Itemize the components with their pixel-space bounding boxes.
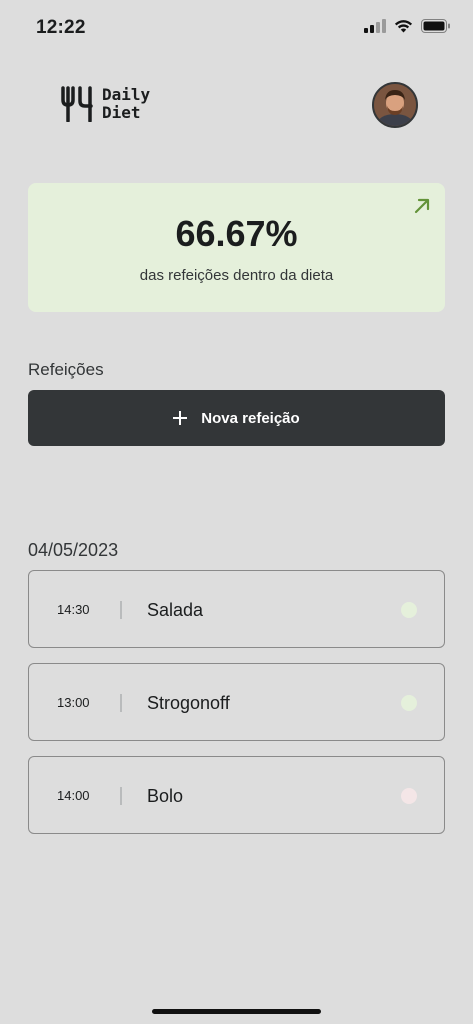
diet-stats-card[interactable]: 66.67% das refeições dentro da dieta — [28, 183, 445, 312]
in-diet-status-dot — [401, 602, 417, 618]
meal-divider — [120, 787, 122, 805]
diet-percentage: 66.67% — [175, 213, 298, 254]
meal-name: Salada — [147, 600, 204, 620]
app-logo: Daily Diet — [60, 86, 150, 122]
in-diet-status-dot — [401, 695, 417, 711]
status-bar: 12:22 — [0, 0, 473, 56]
status-time: 12:22 — [36, 17, 86, 38]
date-group-header: 04/05/2023 — [28, 540, 119, 560]
status-icons — [364, 19, 451, 33]
meal-time: 13:00 — [57, 695, 90, 710]
meal-item[interactable]: 14:30 Salada — [28, 570, 445, 648]
fork-knife-icon — [61, 86, 93, 122]
meal-item[interactable]: 13:00 Strogonoff — [28, 663, 445, 741]
avatar[interactable] — [372, 82, 418, 128]
off-diet-status-dot — [401, 788, 417, 804]
meal-divider — [120, 694, 122, 712]
battery-icon — [421, 19, 450, 33]
meal-name: Strogonoff — [147, 693, 230, 713]
logo-line-1: Daily — [102, 85, 151, 104]
diet-percentage-caption: das refeições dentro da dieta — [139, 267, 334, 284]
meal-list: 14:30 Salada 13:00 Strogonoff 14:00 Bolo — [28, 570, 445, 849]
meal-time: 14:00 — [57, 788, 90, 803]
meal-item[interactable]: 14:00 Bolo — [28, 756, 445, 834]
wifi-icon — [394, 20, 413, 33]
meal-divider — [120, 601, 122, 619]
user-photo — [374, 84, 416, 126]
logo-line-2: Diet — [102, 103, 141, 122]
new-meal-button[interactable]: Nova refeição — [28, 390, 445, 446]
logo-text: Daily Diet — [102, 86, 150, 122]
meals-section-label: Refeições — [28, 360, 104, 379]
home-indicator[interactable] — [152, 1009, 321, 1014]
meal-name: Bolo — [147, 786, 184, 806]
meal-time: 14:30 — [57, 602, 90, 617]
new-meal-button-label: Nova refeição — [201, 409, 300, 427]
plus-icon — [173, 411, 188, 425]
cellular-signal-icon — [364, 19, 386, 33]
